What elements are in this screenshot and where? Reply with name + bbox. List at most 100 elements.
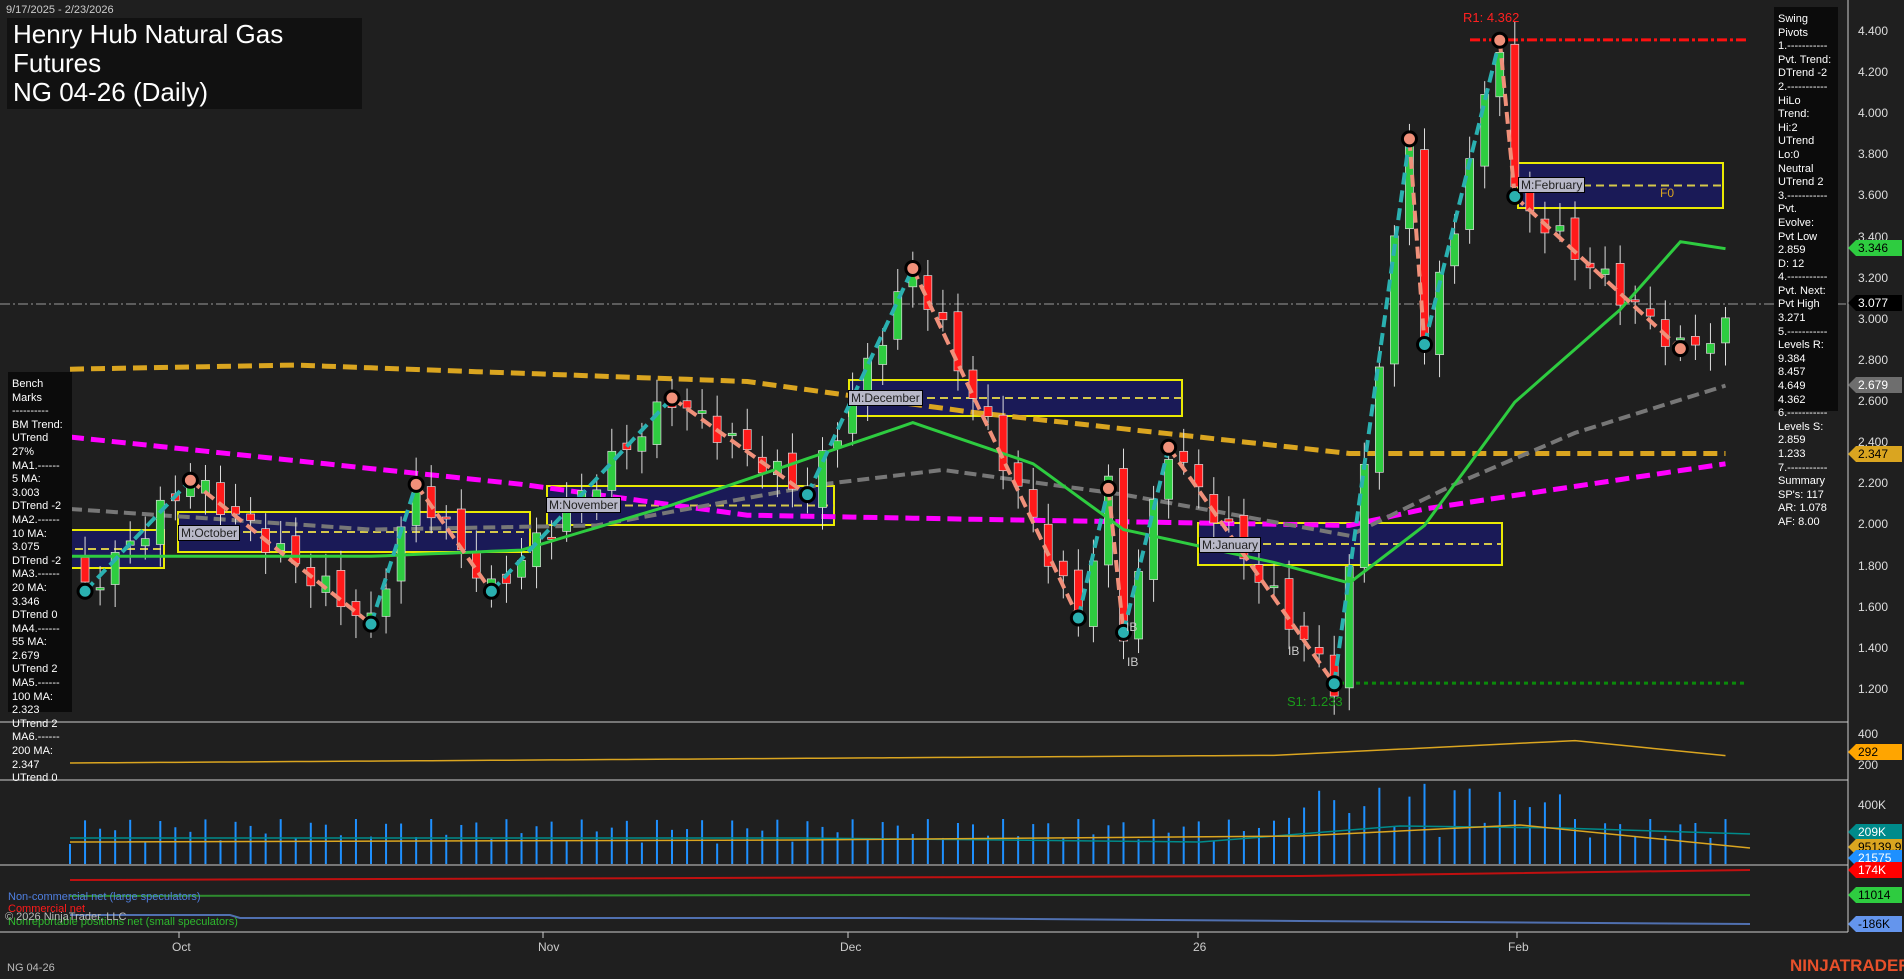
swing-pivot-marker [362, 615, 380, 633]
candle [80, 556, 90, 583]
x-label-feb: Feb [1508, 940, 1529, 954]
volume-badge: 209K [1848, 824, 1902, 840]
price-tick: 2.200 [1858, 476, 1889, 491]
price-tick: 4.200 [1858, 65, 1889, 80]
swing-pivot-marker [76, 582, 94, 600]
month-label-january: M:January [1199, 537, 1262, 553]
panel-line: Levels S: [1778, 420, 1824, 433]
panel-line: Pvt. Trend: [1778, 53, 1832, 66]
candle [1284, 578, 1294, 630]
candle [1555, 225, 1565, 232]
noncommercial-net-line [70, 914, 1751, 925]
panel-line: MA2.------ [12, 513, 60, 526]
candle [682, 400, 692, 409]
panel-line: 5 MA: [12, 473, 41, 486]
panel-line: 55 MA: [12, 636, 47, 649]
candle [652, 401, 662, 445]
candle [95, 587, 105, 591]
price-tick: 2.000 [1858, 517, 1889, 532]
candle [1179, 450, 1189, 463]
candle [216, 482, 225, 515]
month-label-october: M:October [178, 525, 241, 541]
legend-noncommercial: Non-commercial net (large speculators) [8, 891, 201, 903]
panel-line: DTrend -2 [12, 500, 62, 513]
panel-line: 3.075 [12, 541, 40, 554]
price-tick: 1.800 [1858, 558, 1889, 573]
candle [246, 513, 255, 521]
volume-average-line [69, 824, 1751, 849]
candle [742, 429, 752, 450]
candle [1510, 43, 1520, 188]
panel-line: UTrend 2 [12, 717, 58, 730]
panel-line: 7.----------- [1778, 461, 1828, 474]
panel-line: 2.323 [12, 704, 40, 717]
panel-line: 2.----------- [1778, 80, 1828, 93]
f0-label: F0 [1660, 186, 1675, 200]
s1-label: S1: 1.233 [1287, 694, 1343, 709]
nonreportable-net-line [69, 894, 1750, 897]
panel-line: MA4.------ [12, 622, 60, 635]
panel-line: BM Trend: [12, 418, 63, 431]
price-badge: 2.347 [1848, 446, 1902, 462]
panel-line: 9.384 [1778, 352, 1806, 365]
price-chart[interactable] [0, 0, 1904, 979]
candle [1224, 518, 1234, 523]
candle [968, 369, 978, 399]
candle [938, 312, 948, 321]
price-badge: 3.346 [1848, 240, 1902, 256]
swing-line [910, 267, 1081, 619]
panel-line: 8.457 [1778, 366, 1806, 379]
swing-line [1513, 195, 1682, 351]
panel-line: 100 MA: [12, 690, 53, 703]
panel-line: 4.649 [1778, 380, 1806, 393]
chart-title: Henry Hub Natural Gas Futures NG 04-26 (… [7, 18, 362, 109]
panel-line: ---------- [12, 405, 49, 418]
candle [878, 344, 888, 365]
x-label-dec: Dec [840, 940, 862, 954]
panel-line: Pvt. Next: [1778, 284, 1826, 297]
panel-line: 2.347 [12, 758, 40, 771]
candle [381, 588, 391, 617]
ninjatrader-logo: NINJATRADER [1790, 956, 1904, 975]
price-badge: 3.077 [1848, 295, 1902, 311]
copyright: © 2026 NinjaTrader, LLC [5, 911, 127, 923]
candle [140, 538, 150, 547]
price-tick: 4.400 [1858, 24, 1889, 38]
swing-pivots-panel: Swing Pivots 1.----------- Pvt. Trend: DTre… [1774, 7, 1838, 528]
candle [1480, 94, 1490, 167]
x-label-oct: Oct [172, 940, 191, 954]
candle [1706, 343, 1715, 354]
price-tick: 3.600 [1858, 188, 1889, 203]
date-range: 9/17/2025 - 2/23/2026 [6, 4, 114, 16]
panel-line: Pvt Low [1778, 230, 1818, 243]
panel-line: 3.271 [1778, 312, 1806, 325]
panel-line: UTrend 2 [1778, 176, 1824, 189]
ib-label: IB [1288, 644, 1300, 658]
panel-line: 20 MA: [12, 581, 47, 594]
swing-pivot-marker [1160, 438, 1178, 456]
swing-pivot-marker [407, 475, 425, 493]
indicator-tick: 400 [1858, 727, 1879, 741]
panel-line: MA3.------ [12, 568, 60, 581]
candle [1675, 337, 1685, 341]
panel-line: Lo:0 Neutral [1778, 148, 1814, 175]
panel-line: 3.----------- [1778, 189, 1828, 202]
price-tick: 3.200 [1858, 270, 1889, 285]
candle [1269, 585, 1279, 589]
candle [532, 532, 541, 568]
indicator-tick: 200 [1858, 758, 1879, 772]
candle [1721, 317, 1730, 344]
month-label-december: M:December [848, 390, 923, 406]
panel-line: Levels R: [1778, 339, 1824, 352]
panel-line: UTrend 0 [12, 772, 58, 785]
price-tick: 3.800 [1858, 147, 1889, 162]
panel-line: 3.346 [12, 595, 40, 608]
candle [1374, 366, 1384, 473]
candle [1089, 560, 1098, 627]
instrument-label: NG 04-26 [7, 962, 55, 974]
panel-line: DTrend -2 [12, 554, 62, 567]
r1-label: R1: 4.362 [1463, 10, 1520, 25]
panel-line: MA1.------ [12, 459, 60, 472]
candle [1299, 625, 1309, 640]
swing-pivot-marker [798, 486, 816, 504]
